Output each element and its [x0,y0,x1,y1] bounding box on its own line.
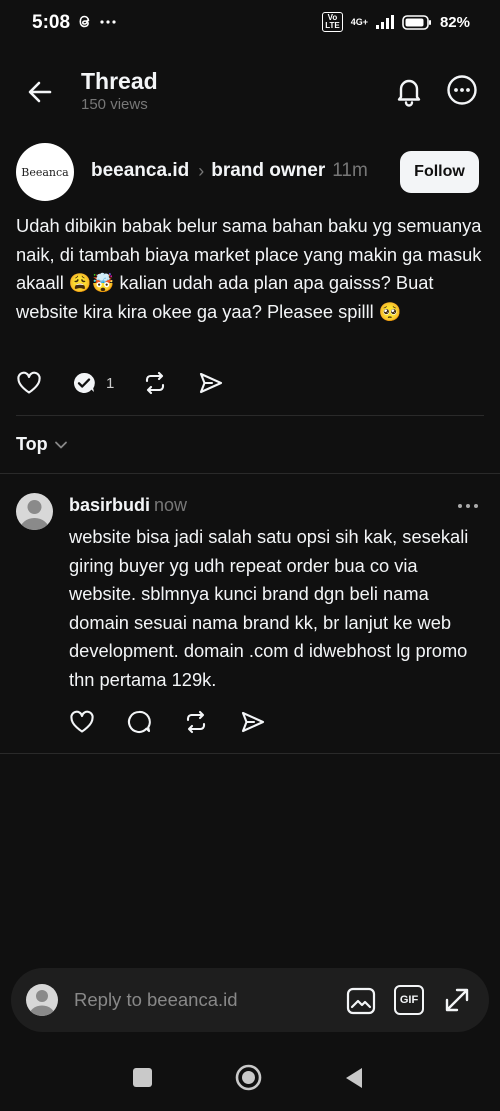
reply-count: 1 [106,374,115,392]
send-icon [241,711,265,733]
like-button[interactable] [16,370,42,396]
view-count: 150 views [81,96,148,113]
comment-icon [127,710,151,733]
network-type: 4G+ [350,17,368,27]
reply-input[interactable] [74,984,324,1016]
post-time: 11m [332,160,368,181]
more-notifications-icon [100,19,116,24]
share-button[interactable] [198,370,224,396]
sort-dropdown[interactable]: Top [16,434,68,455]
divider [16,415,484,416]
reply-check-icon [73,372,95,393]
post-header: beeanca.id › brand owner 11m [91,160,368,182]
bell-icon [397,79,421,107]
reply-body: website bisa jadi salah satu opsi sih ka… [69,526,469,690]
back-button[interactable] [22,74,58,110]
heart-icon [70,710,94,733]
repost-icon [146,371,165,395]
divider [0,473,500,474]
arrow-left-icon [28,81,52,103]
attach-image-button[interactable] [345,985,377,1017]
heart-icon [17,371,41,394]
divider [0,753,500,754]
reply-username[interactable]: basirbudi [69,495,150,515]
expand-icon [445,988,469,1012]
like-button[interactable] [69,709,95,735]
avatar-logo-text: Beeanca [21,165,69,179]
notifications-button[interactable] [392,74,426,108]
triangle-back-icon [346,1068,362,1088]
page-title: Thread [81,68,158,94]
more-circle-icon [447,75,477,105]
send-icon [200,372,223,394]
status-left-icons [78,14,116,29]
status-time: 5:08 [32,12,71,33]
reply-more-button[interactable] [456,496,480,516]
post-context: brand owner [211,160,326,181]
default-avatar-icon [29,990,55,1016]
recent-apps-button[interactable] [133,1068,152,1087]
share-button[interactable] [240,709,266,735]
post-username[interactable]: beeanca.id [91,160,189,182]
post-actions: 1 [16,370,254,396]
home-circle-icon [235,1064,262,1091]
system-back-button[interactable] [344,1067,364,1089]
image-icon [346,987,376,1015]
reply-time: now [154,495,188,515]
author-avatar[interactable]: Beeanca [16,143,74,201]
sort-label: Top [16,434,48,454]
volte-icon: Vo LTE [322,12,343,32]
composer-avatar [26,984,58,1016]
repost-button[interactable] [183,709,209,735]
more-options-button[interactable] [445,73,479,107]
battery-icon [402,14,431,30]
home-button[interactable] [235,1064,262,1091]
threads-logo-icon [79,15,90,28]
expand-composer-button[interactable] [442,985,472,1015]
reply-actions [69,709,297,735]
ellipsis-icon [458,504,478,508]
follow-button[interactable]: Follow [400,151,479,193]
default-avatar-icon [20,500,49,530]
post-body: Udah dibikin babak belur sama bahan baku… [16,215,482,322]
chevron-down-icon [54,441,67,448]
status-right: Vo LTE 4G+ 82% [322,12,470,32]
reply-button[interactable] [72,370,98,396]
battery-percent: 82% [439,13,470,31]
signal-icon [375,15,394,29]
gif-button[interactable]: GIF [394,985,424,1015]
reply-button[interactable] [126,709,152,735]
chevron-right-icon: › [198,160,205,181]
repost-button[interactable] [142,370,168,396]
repost-icon [186,710,206,734]
reply-header: basirbudi now [69,495,187,516]
reply-avatar[interactable] [16,493,53,530]
